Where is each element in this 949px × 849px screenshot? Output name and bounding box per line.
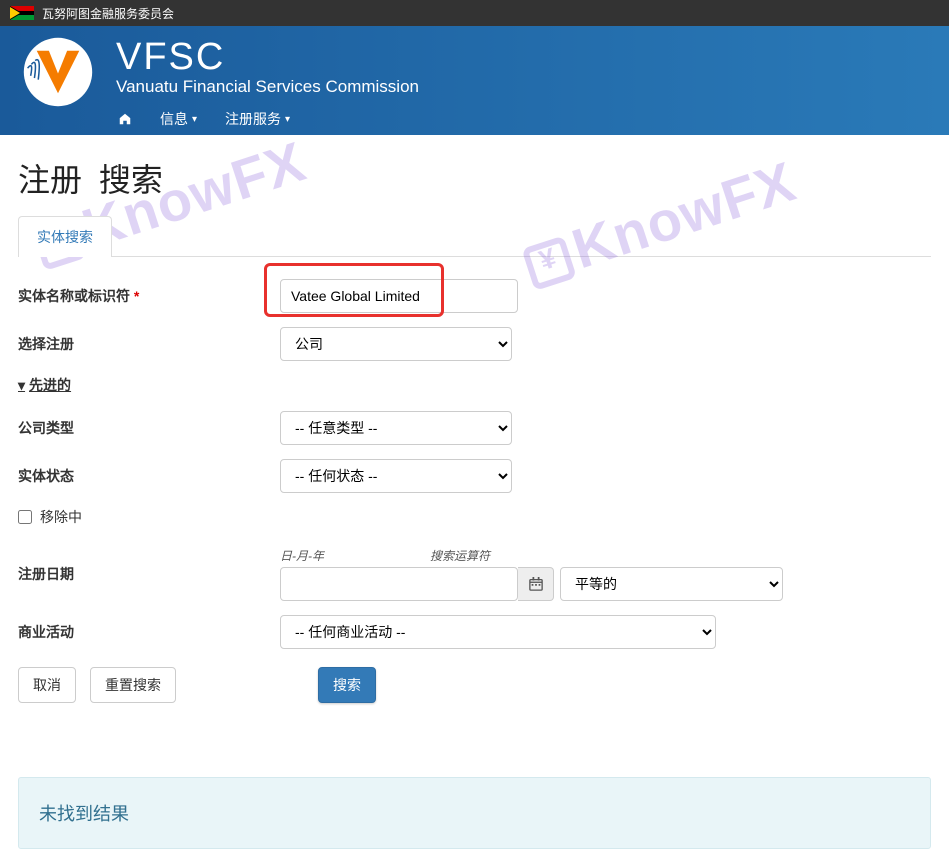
company-type-dropdown[interactable]: -- 任意类型 -- — [280, 411, 512, 445]
nav-home[interactable] — [110, 106, 140, 132]
advanced-label: 先进的 — [29, 377, 71, 393]
vanuatu-flag-icon — [10, 6, 34, 20]
page-title: 注册 搜索 — [18, 155, 931, 201]
brand-subtitle: Vanuatu Financial Services Commission — [116, 77, 419, 97]
tabs: 实体搜索 — [18, 215, 931, 257]
nav-reg-services-label: 注册服务 — [225, 109, 281, 129]
tab-label: 实体搜索 — [37, 229, 93, 245]
nav-info-label: 信息 — [160, 109, 188, 129]
business-activity-dropdown[interactable]: -- 任何商业活动 -- — [280, 615, 716, 649]
brand-title: VFSC — [116, 36, 419, 79]
no-results-text: 未找到结果 — [39, 800, 910, 826]
calendar-button[interactable] — [518, 567, 554, 601]
vfsc-logo — [20, 34, 96, 110]
entity-status-dropdown[interactable]: -- 任何状态 -- — [280, 459, 512, 493]
caret-down-icon: ▾ — [18, 377, 25, 393]
reg-date-input[interactable] — [280, 567, 518, 601]
removing-checkbox[interactable] — [18, 510, 32, 524]
entity-status-label: 实体状态 — [18, 466, 280, 486]
chevron-down-icon: ▾ — [192, 114, 197, 125]
topbar-title: 瓦努阿图金融服务委员会 — [42, 5, 174, 22]
removing-label: 移除中 — [40, 507, 82, 527]
home-icon — [118, 112, 132, 126]
advanced-toggle[interactable]: ▾先进的 — [18, 377, 71, 393]
select-reg-label: 选择注册 — [18, 334, 280, 354]
reg-date-label: 注册日期 — [18, 564, 280, 584]
nav-info[interactable]: 信息 ▾ — [152, 103, 205, 135]
entity-name-input[interactable] — [280, 279, 518, 313]
header: VFSC Vanuatu Financial Services Commissi… — [0, 26, 949, 135]
calendar-icon — [529, 577, 543, 591]
date-operator-dropdown[interactable]: 平等的 — [560, 567, 783, 601]
business-activity-label: 商业活动 — [18, 622, 280, 642]
main-nav: 信息 ▾ 注册服务 ▾ — [110, 103, 419, 135]
search-button[interactable]: 搜索 — [318, 667, 376, 703]
nav-reg-services[interactable]: 注册服务 ▾ — [217, 103, 298, 135]
entity-name-label: 实体名称或标识符 * — [18, 286, 280, 306]
date-operator-hint: 搜索运算符 — [430, 547, 490, 564]
results-panel: 未找到结果 — [18, 777, 931, 849]
reset-button[interactable]: 重置搜索 — [90, 667, 176, 703]
company-type-label: 公司类型 — [18, 418, 280, 438]
topbar: 瓦努阿图金融服务委员会 — [0, 0, 949, 26]
date-format-hint: 日-月-年 — [280, 547, 430, 564]
select-reg-dropdown[interactable]: 公司 — [280, 327, 512, 361]
chevron-down-icon: ▾ — [285, 114, 290, 125]
tab-entity-search[interactable]: 实体搜索 — [18, 216, 112, 257]
cancel-button[interactable]: 取消 — [18, 667, 76, 703]
